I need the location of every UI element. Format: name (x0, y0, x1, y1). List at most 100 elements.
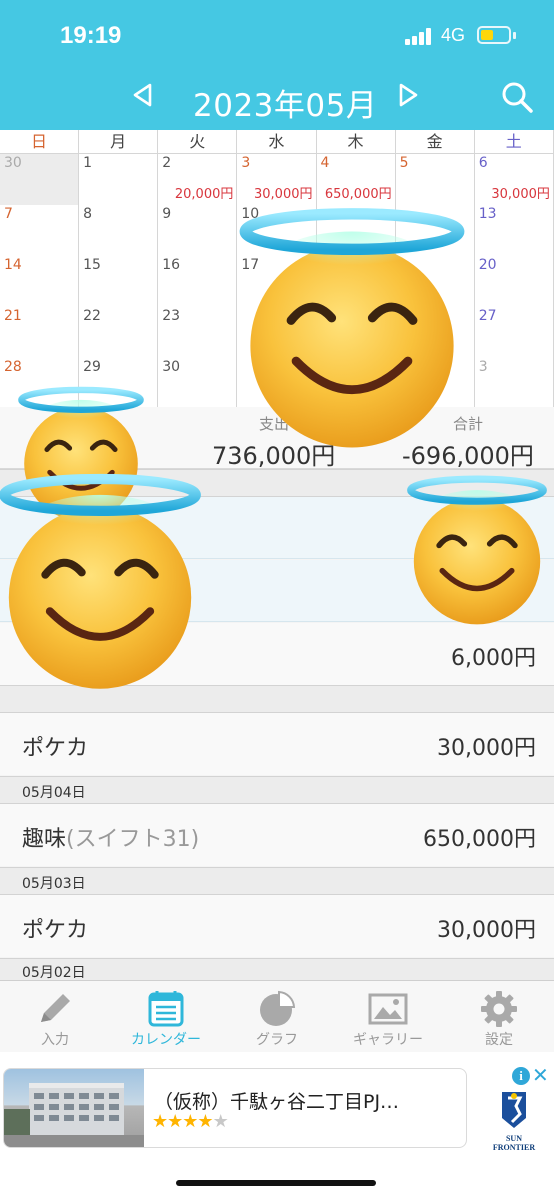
day-number: 28 (4, 359, 22, 375)
calendar-day[interactable]: 7 (0, 205, 80, 256)
calendar-day[interactable]: 20 (474, 256, 554, 307)
calendar-day[interactable]: 13 (474, 205, 554, 256)
rating-star-icon: ★ (182, 1111, 198, 1132)
magnifier-icon (502, 82, 533, 113)
tab-label: 設定 (485, 1032, 513, 1048)
calendar-day[interactable]: 1 (79, 154, 159, 205)
triangle-right-icon (399, 83, 418, 107)
day-number: 27 (478, 308, 497, 324)
rating-star-icon: ★ (212, 1111, 229, 1132)
section-date: 05月04日 (22, 785, 86, 801)
ad-info-icon[interactable]: i (512, 1067, 530, 1085)
day-number: 4 (320, 155, 330, 171)
battery-icon (477, 26, 511, 44)
next-month-button[interactable] (398, 82, 420, 115)
month-title: 2023年05月 (193, 88, 378, 124)
weekday-mon: 月 (79, 130, 159, 153)
ad-logo: SUN FRONTIER (488, 1088, 540, 1152)
calendar-day[interactable]: 22 (79, 307, 159, 358)
weekday-sat: 土 (475, 130, 554, 153)
rating-star-icon: ★ (152, 1111, 168, 1132)
status-bar: 19:19 4G (0, 0, 554, 70)
ad-building-image (4, 1069, 144, 1147)
calendar-day[interactable]: 30 (0, 154, 80, 205)
ad-rating: ★★★★★ (152, 1111, 229, 1132)
search-button[interactable] (500, 80, 536, 116)
triangle-left-icon (133, 83, 152, 107)
tab-input[interactable]: 入力 (0, 981, 110, 1053)
ad-banner[interactable]: （仮称）千駄ヶ谷二丁目PJ… ★★★★★ i ✕ SUN FRONTIER (0, 1052, 554, 1200)
day-number: 21 (4, 308, 22, 324)
day-number: 8 (83, 206, 93, 222)
entry-amount: 650,000円 (423, 827, 536, 852)
day-number: 1 (83, 155, 93, 171)
day-number: 15 (83, 257, 101, 273)
section-date: 05月02日 (22, 965, 86, 981)
weekday-wed: 水 (237, 130, 317, 153)
network-type: 4G (441, 25, 466, 45)
weekday-tue: 火 (158, 130, 238, 153)
entry-category: 趣味(スイフト31) (22, 821, 199, 853)
day-number: 29 (83, 359, 101, 375)
calendar-day[interactable]: 21 (0, 307, 80, 358)
day-number: 7 (4, 206, 13, 222)
entry-memo: (スイフト31) (66, 827, 200, 852)
list-item[interactable]: 趣味(スイフト31) 650,000円 (0, 804, 554, 866)
entry-amount: 6,000円 (451, 646, 536, 671)
weekday-fri: 金 (396, 130, 475, 153)
calendar-day[interactable]: 27 (474, 307, 554, 358)
day-number: 2 (162, 155, 172, 171)
ad-logo-text: SUN FRONTIER (492, 1134, 536, 1152)
day-number: 30 (4, 155, 22, 171)
day-number: 13 (478, 206, 497, 222)
rating-star-icon: ★ (167, 1111, 183, 1132)
angel-emoji-icon (0, 463, 214, 691)
weekday-sun: 日 (0, 130, 80, 153)
pie-chart-icon (260, 990, 296, 1026)
home-indicator (176, 1180, 376, 1186)
entry-amount: 30,000円 (437, 918, 536, 943)
gallery-icon (368, 993, 408, 1025)
pencil-icon (41, 994, 70, 1022)
status-time: 19:19 (60, 22, 122, 49)
calendar-day[interactable]: 15 (79, 256, 159, 307)
list-item[interactable]: ポケカ 30,000円 (0, 895, 554, 957)
day-number: 22 (83, 308, 101, 324)
calendar-icon (148, 991, 184, 1027)
calendar-day[interactable]: 6 30,000円 (474, 154, 554, 205)
day-number: 14 (4, 257, 22, 273)
calendar-day[interactable]: 3 (474, 358, 554, 409)
entry-category: ポケカ (22, 736, 89, 761)
tab-settings[interactable]: 設定 (444, 981, 554, 1053)
ad-card[interactable]: （仮称）千駄ヶ谷二丁目PJ… ★★★★★ (3, 1068, 467, 1148)
gear-icon (481, 991, 517, 1027)
day-number: 20 (478, 257, 497, 273)
battery-cap (513, 32, 516, 39)
section-header: 05月02日 (0, 958, 554, 982)
weekday-thu: 木 (317, 130, 396, 153)
tab-graph[interactable]: グラフ (222, 981, 332, 1053)
entry-category-name: 趣味 (22, 827, 67, 852)
calendar-day[interactable]: 8 (79, 205, 159, 256)
day-number: 3 (478, 359, 488, 375)
calendar-day[interactable]: 14 (0, 256, 80, 307)
entry-category: ポケカ (22, 918, 89, 943)
tab-gallery[interactable]: ギャラリー (333, 981, 443, 1053)
day-number: 3 (241, 155, 251, 171)
day-number: 5 (399, 155, 409, 171)
section-header: 05月04日 (0, 776, 554, 804)
tab-label: カレンダー (131, 1032, 201, 1048)
tab-label: 入力 (41, 1032, 69, 1048)
section-header: 05月03日 (0, 867, 554, 895)
tab-calendar[interactable]: カレンダー (111, 981, 221, 1053)
prev-month-button[interactable] (131, 82, 153, 115)
day-number: 30 (162, 359, 181, 375)
day-number: 6 (478, 155, 488, 171)
ad-close-icon[interactable]: ✕ (532, 1063, 549, 1087)
day-number: 23 (162, 308, 181, 324)
rating-star-icon: ★ (197, 1111, 213, 1132)
weekday-row: 日 月 火 水 木 金 土 (0, 130, 554, 154)
list-item[interactable]: ポケカ 30,000円 (0, 713, 554, 775)
day-amount: 30,000円 (491, 187, 550, 202)
angel-emoji-icon (398, 468, 554, 626)
